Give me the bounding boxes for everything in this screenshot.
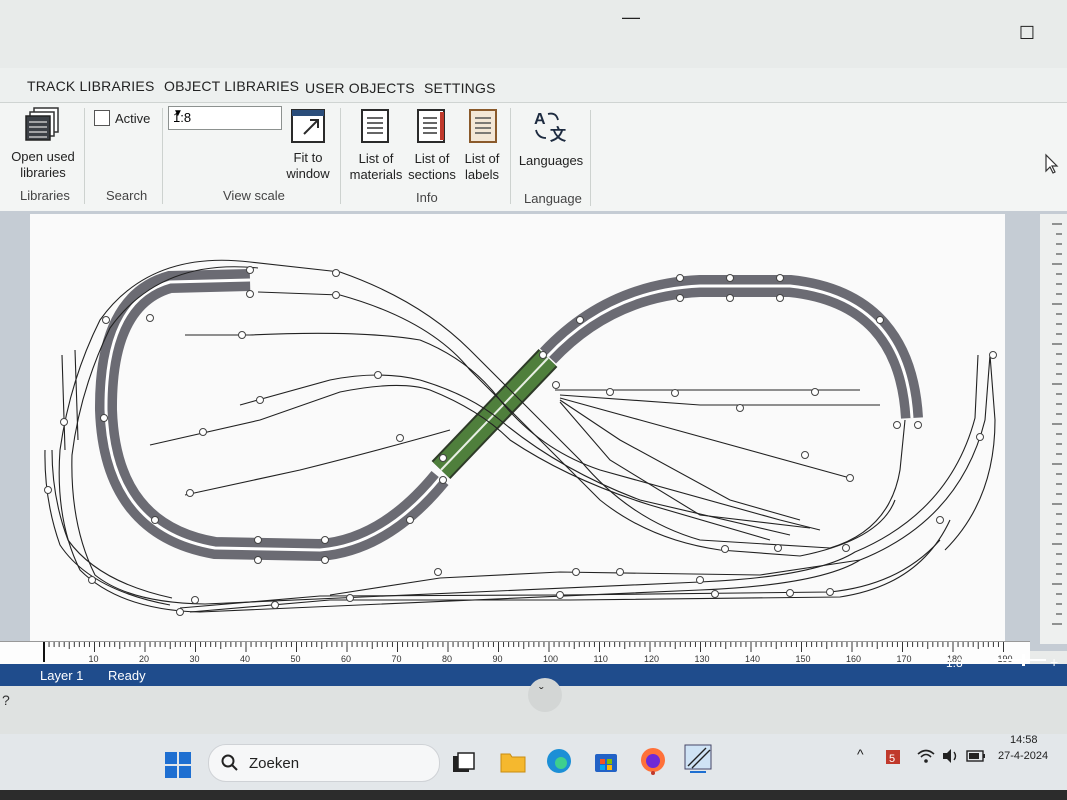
ruler-tick-label: 170 (896, 654, 912, 664)
svg-text:A: A (534, 111, 546, 128)
ruler-tick-label: 160 (846, 654, 862, 664)
ruler-tick-label: 90 (492, 654, 503, 664)
chevron-down-icon: ▼ (173, 108, 183, 119)
status-state: Ready (108, 668, 146, 683)
group-label-language: Language (524, 191, 582, 206)
battery-icon[interactable] (966, 749, 986, 763)
ruler-tick-label: 40 (240, 654, 251, 664)
list-of-materials-icon[interactable] (360, 108, 390, 144)
zoom-slider-thumb[interactable] (1022, 654, 1025, 666)
list-of-sections-label-1[interactable]: List of (406, 151, 458, 167)
screen: — ☐ TRACK LIBRARIES OBJECT LIBRARIES USE… (0, 0, 1067, 790)
status-scale: 1:8 (946, 656, 963, 670)
taskbar: Zoeken ^ 5 14:58 27-4-2024 (0, 734, 1067, 790)
fit-to-window-label-2[interactable]: window (280, 166, 336, 182)
search-icon (221, 754, 238, 771)
chevron-down-icon: ˇ (539, 684, 544, 700)
list-of-sections-label-2[interactable]: sections (404, 167, 460, 183)
fit-to-window-label-1[interactable]: Fit to (280, 150, 336, 166)
tab-object-libraries[interactable]: OBJECT LIBRARIES (164, 78, 299, 94)
group-label-libraries: Libraries (20, 188, 70, 203)
tab-settings[interactable]: SETTINGS (424, 80, 496, 96)
group-label-info: Info (416, 190, 438, 205)
windows-start-icon[interactable] (165, 752, 191, 778)
clock-date[interactable]: 27-4-2024 (998, 750, 1048, 762)
monitor-bezel (0, 790, 1067, 800)
group-separator (340, 108, 341, 204)
firefox-icon[interactable] (640, 747, 666, 775)
fit-to-window-icon[interactable] (290, 108, 326, 144)
svg-text:5: 5 (889, 753, 895, 765)
search-active-label: Active (115, 111, 151, 126)
open-used-libraries-label-2[interactable]: libraries (8, 165, 78, 181)
open-used-libraries-label-1[interactable]: Open used (8, 149, 78, 165)
vertical-ruler (1040, 214, 1067, 644)
list-of-labels-label-1[interactable]: List of (456, 151, 508, 167)
maximize-button[interactable]: ☐ (1016, 22, 1038, 44)
track-layout-drawing[interactable] (30, 214, 1005, 644)
ruler-tick-label: 30 (189, 654, 200, 664)
languages-icon[interactable]: A 文 (532, 108, 570, 144)
tab-user-objects[interactable]: USER OBJECTS (305, 80, 415, 96)
ruler-tick-label: 10 (88, 654, 99, 664)
minimize-button[interactable]: — (620, 6, 642, 28)
tray-expand-chevron[interactable]: ^ (857, 746, 864, 762)
store-icon[interactable] (593, 748, 619, 774)
antivirus-tray-icon[interactable]: 5 (884, 748, 904, 766)
zoom-out-button[interactable]: − (980, 654, 988, 670)
taskbar-search[interactable]: Zoeken (208, 744, 440, 782)
ruler-ticks (43, 642, 1004, 662)
svg-text:文: 文 (550, 125, 567, 144)
group-separator (510, 108, 511, 204)
ruler-tick-label: 80 (442, 654, 453, 664)
ruler-tick-label: 140 (745, 654, 761, 664)
languages-label[interactable]: Languages (516, 153, 586, 169)
ruler-tick-label: 70 (391, 654, 402, 664)
ruler-tick-label: 20 (139, 654, 150, 664)
tab-track-libraries[interactable]: TRACK LIBRARIES (27, 78, 154, 94)
group-separator (84, 108, 85, 204)
group-separator (590, 110, 591, 206)
list-of-labels-label-2[interactable]: labels (456, 167, 508, 183)
speaker-icon[interactable] (941, 748, 961, 764)
ruler-tick-label: 130 (694, 654, 710, 664)
ruler-tick-label: 110 (593, 654, 608, 664)
list-of-sections-icon[interactable] (416, 108, 446, 144)
question-mark: ? (2, 692, 10, 708)
horizontal-ruler: 10 20 30 40 50 60 70 80 90 100 110 120 130 140 150 160 1… (0, 641, 1030, 664)
scroll-down-button[interactable]: ˇ (528, 678, 562, 712)
list-of-materials-label-1[interactable]: List of (350, 151, 402, 167)
ribbon-tabs: TRACK LIBRARIES OBJECT LIBRARIES USER OB… (0, 68, 1067, 102)
clock-time[interactable]: 14:58 (1010, 734, 1038, 746)
group-label-view-scale: View scale (223, 188, 285, 203)
status-layer[interactable]: Layer 1 (40, 668, 83, 683)
edge-browser-icon[interactable] (546, 748, 572, 774)
ruler-tick-label: 150 (795, 654, 811, 664)
view-scale-select[interactable]: 1:8 ▼ (168, 106, 282, 130)
search-placeholder: Zoeken (249, 755, 300, 772)
ruler-tick-label: 60 (341, 654, 352, 664)
ruler-tick-label: 50 (290, 654, 301, 664)
group-separator (162, 108, 163, 204)
lower-area: ? ˇ (0, 678, 1067, 734)
libraries-icon[interactable] (24, 106, 60, 144)
group-label-search: Search (106, 188, 148, 203)
ruler-tick-label: 100 (543, 654, 559, 664)
ruler-tick-label: 120 (644, 654, 660, 664)
zoom-slider-track[interactable] (994, 659, 1046, 661)
file-explorer-icon[interactable] (500, 750, 526, 774)
task-view-icon[interactable] (452, 752, 476, 774)
list-of-materials-label-2[interactable]: materials (348, 167, 404, 183)
wifi-icon[interactable] (916, 748, 936, 764)
list-of-labels-icon[interactable] (468, 108, 498, 144)
zoom-in-button[interactable]: + (1050, 654, 1058, 670)
mouse-cursor-icon (1045, 153, 1059, 174)
title-bar: — ☐ (0, 0, 1067, 68)
search-active-checkbox[interactable] (94, 110, 110, 126)
track-planner-app-icon[interactable] (684, 744, 712, 774)
